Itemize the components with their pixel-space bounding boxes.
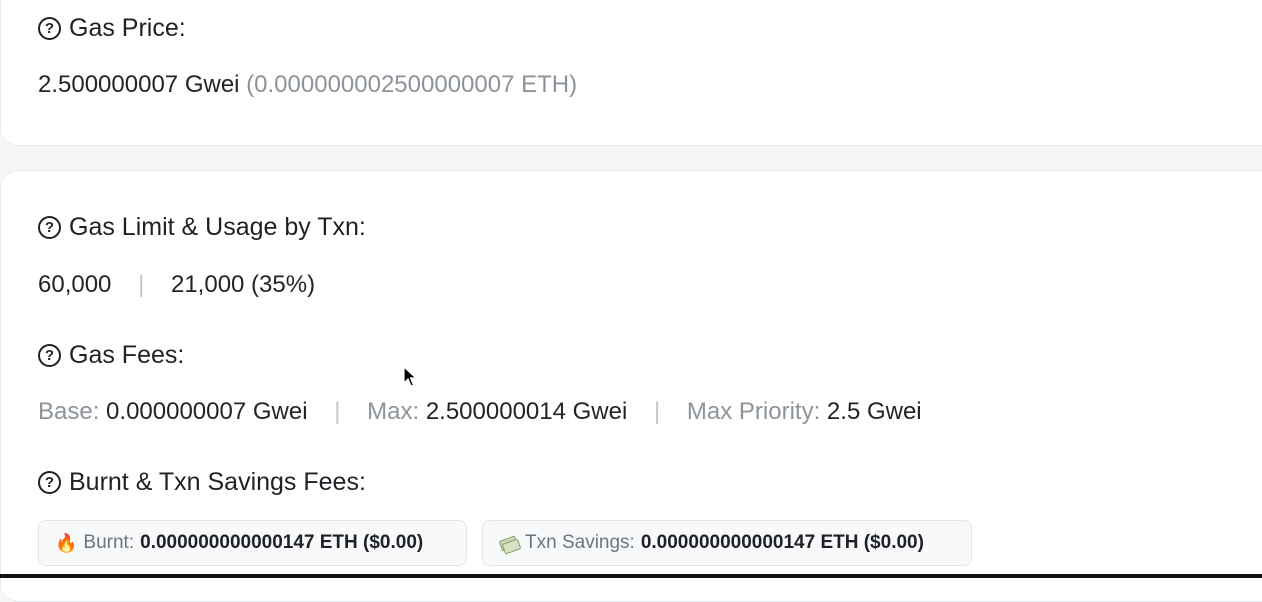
- txn-savings-label: Txn Savings:: [525, 532, 635, 554]
- txn-savings-value: 0.000000000000147 ETH ($0.00): [641, 532, 924, 554]
- burnt-value: 0.000000000000147 ETH ($0.00): [140, 532, 423, 554]
- gas-limit-label: ? Gas Limit & Usage by Txn:: [38, 213, 366, 242]
- gas-price-title: Gas Price:: [69, 14, 186, 43]
- separator: |: [334, 398, 340, 425]
- max-priority-value: 2.5 Gwei: [827, 398, 922, 425]
- burnt-savings-label: ? Burnt & Txn Savings Fees:: [38, 468, 366, 497]
- burnt-fee-badge: 🔥 Burnt: 0.000000000000147 ETH ($0.00): [38, 520, 467, 566]
- burnt-savings-title: Burnt & Txn Savings Fees:: [69, 468, 366, 497]
- base-fee-value: 0.000000007 Gwei: [106, 398, 308, 425]
- bottom-border: [0, 574, 1262, 578]
- burnt-label: Burnt:: [83, 532, 134, 554]
- money-icon: [499, 535, 519, 551]
- gas-limit-title: Gas Limit & Usage by Txn:: [69, 213, 366, 242]
- txn-savings-badge: Txn Savings: 0.000000000000147 ETH ($0.0…: [482, 520, 972, 566]
- gas-usage-value: 21,000 (35%): [171, 271, 315, 298]
- gas-fees-value-row: Base: 0.000000007 Gwei | Max: 2.50000001…: [38, 398, 922, 426]
- max-fee-label: Max:: [367, 398, 419, 425]
- gas-fees-title: Gas Fees:: [69, 341, 184, 370]
- gas-price-gwei: 2.500000007 Gwei: [38, 71, 240, 98]
- help-icon[interactable]: ?: [38, 17, 61, 40]
- gas-price-eth: (0.000000002500000007 ETH): [246, 71, 577, 98]
- help-icon[interactable]: ?: [38, 216, 61, 239]
- max-priority-label: Max Priority:: [687, 398, 820, 425]
- help-icon[interactable]: ?: [38, 471, 61, 494]
- help-icon[interactable]: ?: [38, 344, 61, 367]
- gas-price-label: ? Gas Price:: [38, 14, 186, 43]
- fire-icon: 🔥: [55, 533, 77, 554]
- gas-limit-value: 60,000: [38, 271, 111, 298]
- mouse-cursor-icon: [403, 366, 417, 388]
- max-fee-value: 2.500000014 Gwei: [426, 398, 628, 425]
- separator: |: [138, 271, 144, 298]
- gas-limit-value-row: 60,000 | 21,000 (35%): [38, 271, 315, 299]
- gas-price-value-row: 2.500000007 Gwei (0.000000002500000007 E…: [38, 71, 577, 99]
- base-fee-label: Base:: [38, 398, 99, 425]
- separator: |: [654, 398, 660, 425]
- gas-fees-label: ? Gas Fees:: [38, 341, 184, 370]
